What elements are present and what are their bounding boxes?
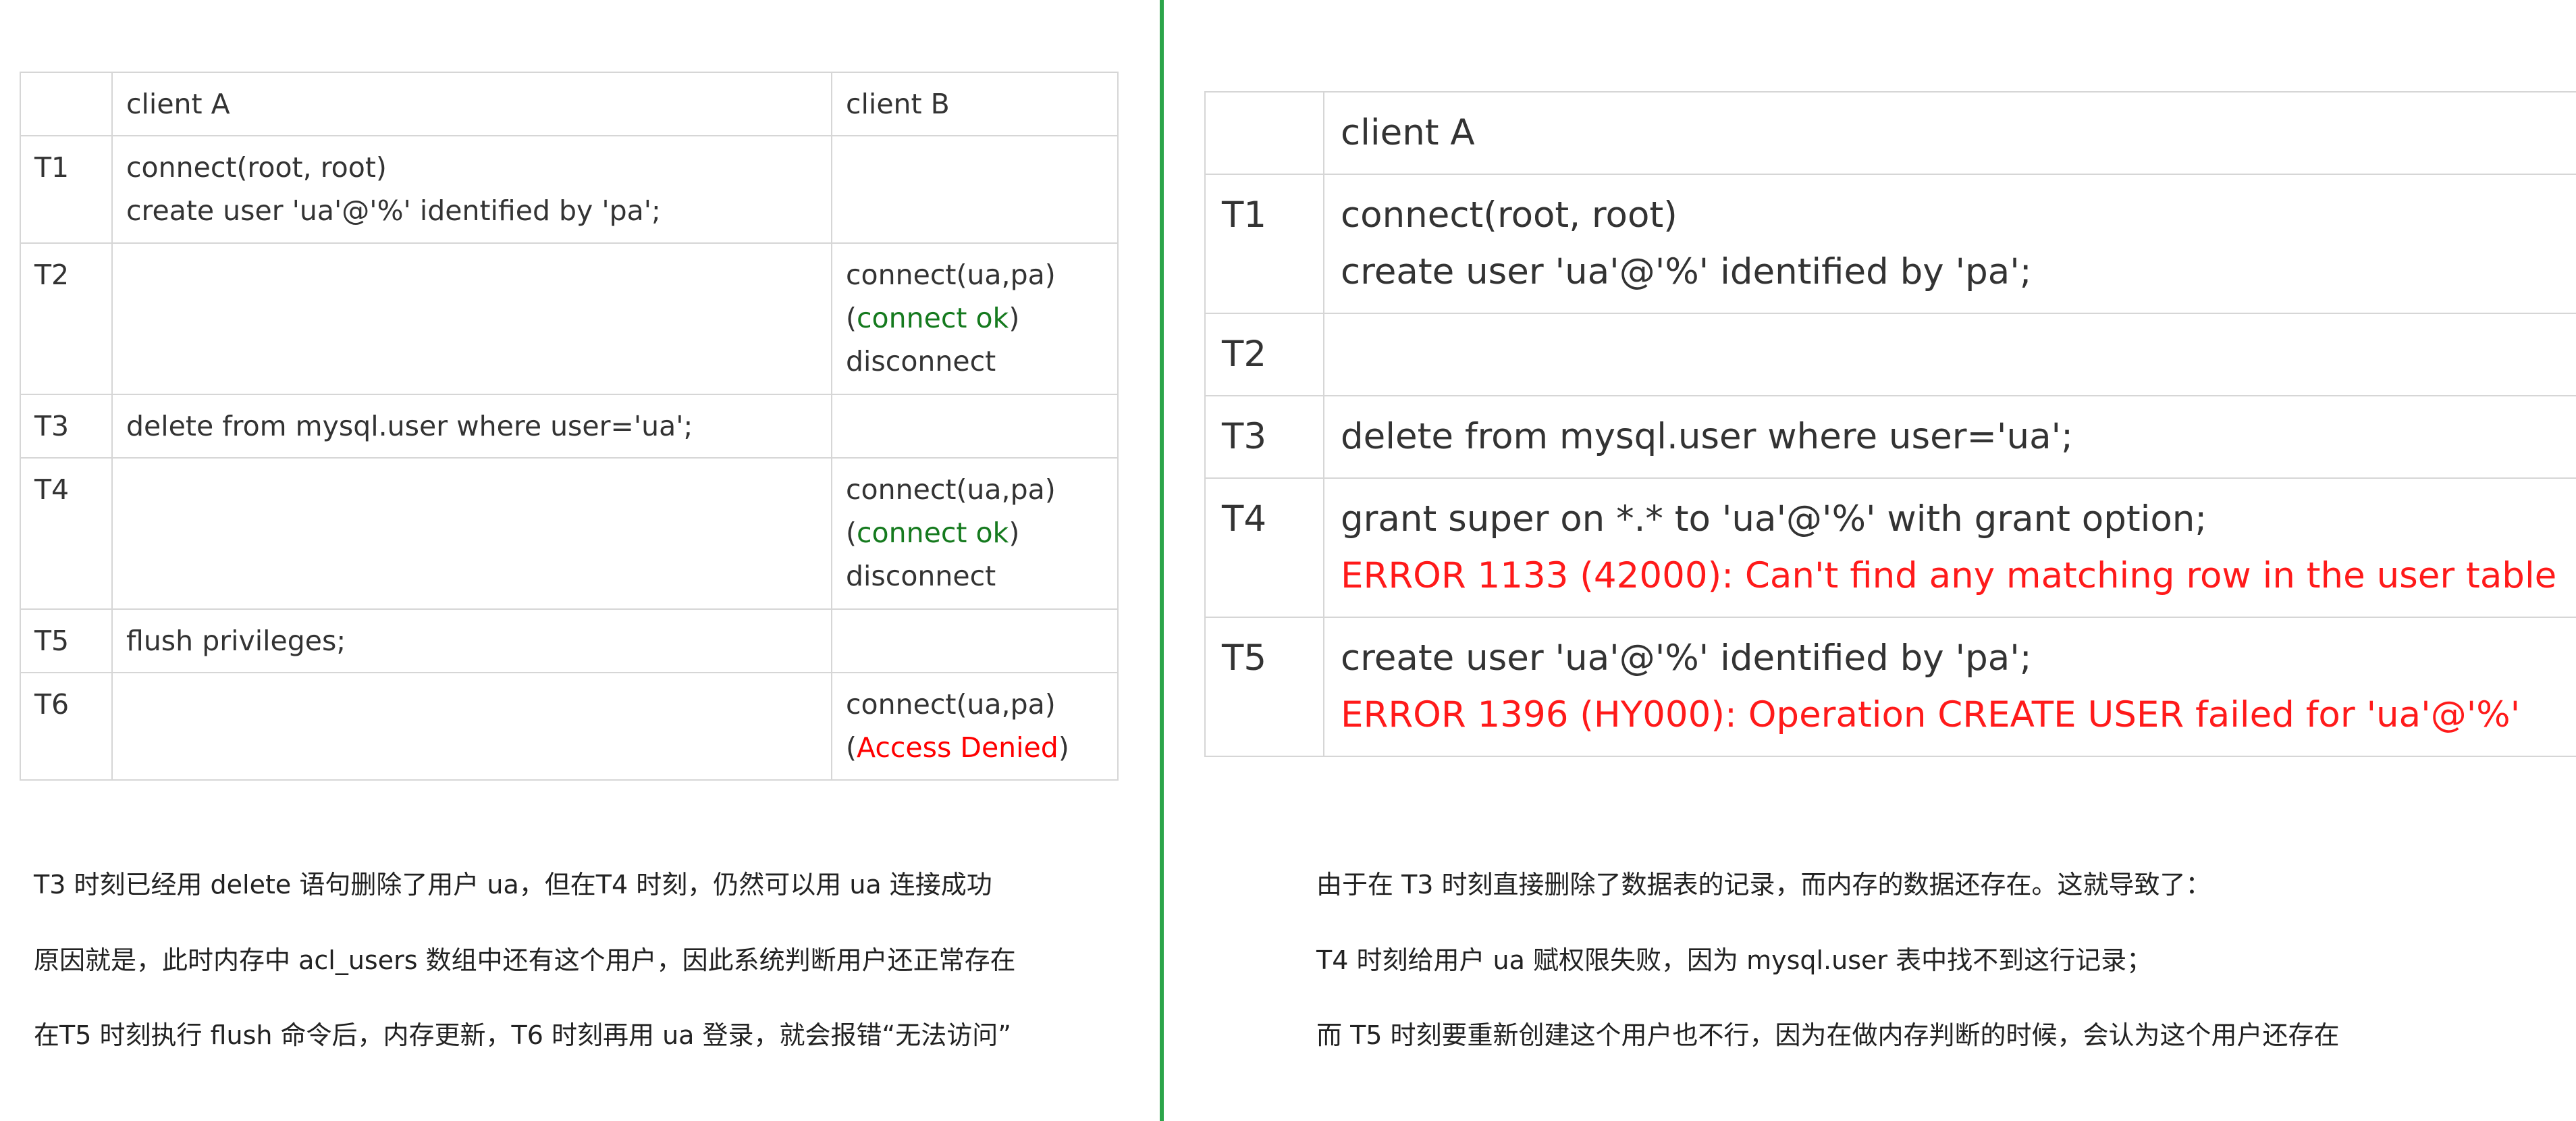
note-paragraph-1: T3 时刻已经用 delete 语句删除了用户 ua，但在T4 时刻，仍然可以用…: [34, 870, 992, 900]
header-empty-cell: [1204, 91, 1324, 175]
error-message: ERROR 1396 (HY000): Operation CREATE USE…: [1341, 694, 2521, 735]
paren-close: ): [1058, 731, 1069, 764]
client-a-cell: connect(root, root) create user 'ua'@'%'…: [1323, 174, 2576, 314]
table-row-t2: T2: [1204, 313, 2576, 396]
table-row-t4: T4 grant super on *.* to 'ua'@'%' with g…: [1204, 477, 2576, 618]
time-label: T5: [1204, 617, 1324, 757]
time-label: T1: [20, 135, 113, 244]
status-line: (Access Denied): [846, 726, 1104, 769]
client-a-cell: [111, 242, 832, 395]
client-a-cell: connect(root, root) create user 'ua'@'%'…: [111, 135, 832, 244]
statement-line: connect(root, root): [126, 151, 387, 184]
connect-ok-status: connect ok: [857, 302, 1009, 334]
client-a-cell: delete from mysql.user where user='ua';: [1323, 395, 2576, 479]
left-panel: client A client B T1 connect(root, root)…: [0, 0, 1160, 1121]
statement-line: disconnect: [846, 560, 996, 592]
access-denied-status: Access Denied: [857, 731, 1058, 764]
client-a-cell: create user 'ua'@'%' identified by 'pa';…: [1323, 617, 2576, 757]
table-row-t3: T3 delete from mysql.user where user='ua…: [1204, 395, 2576, 479]
note-paragraph-2: 原因就是，此时内存中 acl_users 数组中还有这个用户，因此系统判断用户还…: [34, 945, 1016, 975]
time-label: T5: [20, 608, 113, 673]
time-label: T3: [1204, 395, 1324, 479]
connect-ok-status: connect ok: [857, 517, 1009, 549]
table-row-t5: T5 create user 'ua'@'%' identified by 'p…: [1204, 617, 2576, 757]
timeline-table-left: client A client B T1 connect(root, root)…: [20, 72, 1119, 781]
statement-line: create user 'ua'@'%' identified by 'pa';: [1341, 251, 2032, 292]
client-a-cell: [111, 672, 832, 781]
client-a-cell: grant super on *.* to 'ua'@'%' with gran…: [1323, 477, 2576, 618]
vertical-divider: [1160, 0, 1164, 1121]
statement-line: create user 'ua'@'%' identified by 'pa';: [1341, 637, 2032, 679]
table-header-row: client A client B: [20, 72, 1119, 136]
paren-open: (: [846, 302, 857, 334]
header-client-b: client B: [831, 72, 1119, 136]
header-client-a: client A: [1323, 91, 2576, 175]
paren-close: ): [1009, 302, 1020, 334]
right-panel: client A T1 connect(root, root) create u…: [1166, 0, 2576, 1121]
client-a-cell: delete from mysql.user where user='ua';: [111, 394, 832, 459]
statement-line: connect(ua,pa): [846, 688, 1056, 721]
table-row-t3: T3 delete from mysql.user where user='ua…: [20, 394, 1119, 459]
time-label: T2: [1204, 313, 1324, 396]
statement-line: create user 'ua'@'%' identified by 'pa';: [126, 194, 661, 227]
table-row-t5: T5 flush privileges;: [20, 608, 1119, 673]
client-b-cell: [831, 394, 1119, 459]
client-a-cell: [111, 457, 832, 610]
timeline-table-right: client A T1 connect(root, root) create u…: [1204, 91, 2576, 757]
statement-line: connect(root, root): [1341, 194, 1678, 236]
time-label: T1: [1204, 174, 1324, 314]
note-paragraph-3: 而 T5 时刻要重新创建这个用户也不行，因为在做内存判断的时候，会认为这个用户还…: [1316, 1020, 2340, 1050]
statement-line: connect(ua,pa): [846, 473, 1056, 506]
note-paragraph-3: 在T5 时刻执行 flush 命令后，内存更新，T6 时刻再用 ua 登录，就会…: [34, 1020, 1011, 1050]
paren-close: ): [1009, 517, 1020, 549]
client-b-cell: [831, 608, 1119, 673]
table-row-t1: T1 connect(root, root) create user 'ua'@…: [20, 135, 1119, 244]
paren-open: (: [846, 731, 857, 764]
statement-line: connect(ua,pa): [846, 259, 1056, 291]
header-empty-cell: [20, 72, 113, 136]
status-line: (connect ok): [846, 296, 1104, 340]
note-paragraph-2: T4 时刻给用户 ua 赋权限失败，因为 mysql.user 表中找不到这行记…: [1316, 945, 2153, 975]
client-b-cell: connect(ua,pa) (connect ok) disconnect: [831, 242, 1119, 395]
time-label: T4: [1204, 477, 1324, 618]
client-b-cell: connect(ua,pa) (connect ok) disconnect: [831, 457, 1119, 610]
client-b-cell: connect(ua,pa) (Access Denied): [831, 672, 1119, 781]
table-header-row: client A: [1204, 91, 2576, 175]
table-row-t2: T2 connect(ua,pa) (connect ok) disconnec…: [20, 242, 1119, 395]
table-row-t4: T4 connect(ua,pa) (connect ok) disconnec…: [20, 457, 1119, 610]
client-a-cell: flush privileges;: [111, 608, 832, 673]
time-label: T4: [20, 457, 113, 610]
time-label: T6: [20, 672, 113, 781]
header-client-a: client A: [111, 72, 832, 136]
note-paragraph-1: 由于在 T3 时刻直接删除了数据表的记录，而内存的数据还存在。这就导致了：: [1316, 870, 2211, 900]
client-b-cell: [831, 135, 1119, 244]
error-message: ERROR 1133 (42000): Can't find any match…: [1341, 555, 2557, 596]
status-line: (connect ok): [846, 511, 1104, 554]
paren-open: (: [846, 517, 857, 549]
table-row-t6: T6 connect(ua,pa) (Access Denied): [20, 672, 1119, 781]
statement-line: grant super on *.* to 'ua'@'%' with gran…: [1341, 498, 2207, 540]
client-a-cell: [1323, 313, 2576, 396]
statement-line: disconnect: [846, 345, 996, 377]
table-row-t1: T1 connect(root, root) create user 'ua'@…: [1204, 174, 2576, 314]
time-label: T3: [20, 394, 113, 459]
time-label: T2: [20, 242, 113, 395]
